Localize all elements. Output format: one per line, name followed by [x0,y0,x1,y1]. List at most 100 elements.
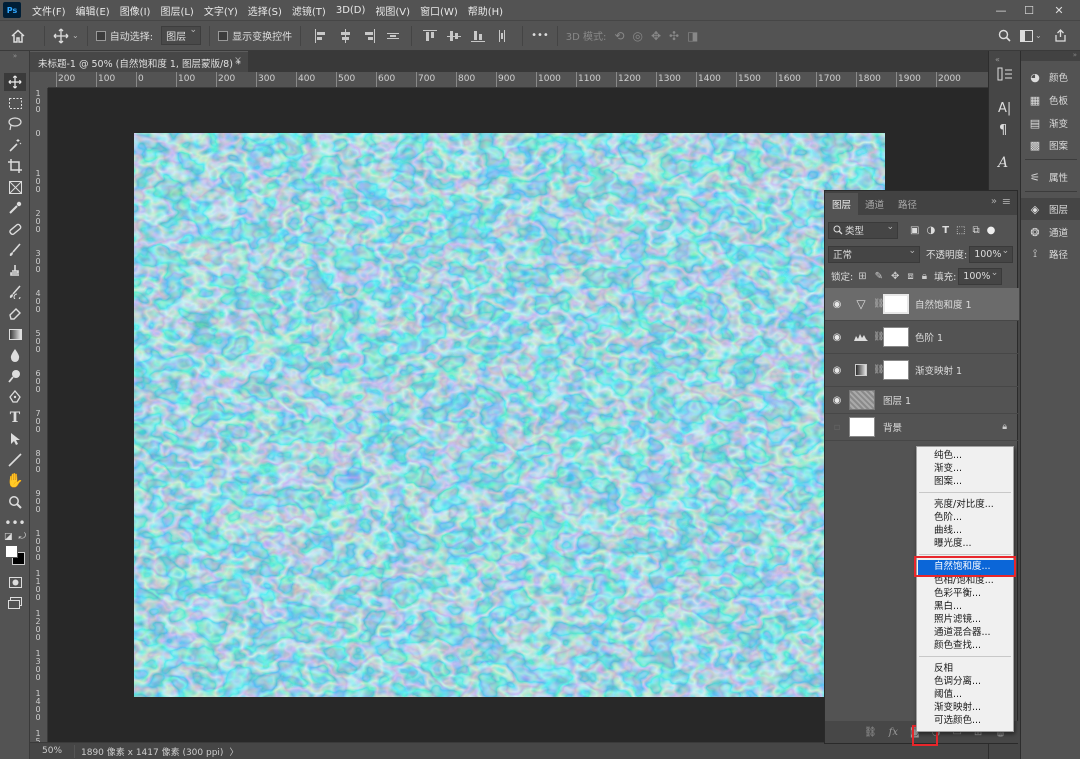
link-layers-icon[interactable]: ⛓︎ [864,727,877,738]
magic-wand-tool-icon[interactable] [4,136,26,154]
dock-item-channels[interactable]: ❂ 通道 [1021,221,1080,243]
frame-tool-icon[interactable] [4,178,26,196]
link-chain-icon[interactable]: ⛓︎ [873,332,884,342]
align-left-icon[interactable] [314,28,328,43]
dock-item-paths[interactable]: ⟟ 路径 [1021,243,1080,265]
link-chain-icon[interactable]: ⛓︎ [873,299,884,309]
menu-item-color-lookup[interactable]: 颜色查找... [934,640,981,652]
lock-artboard-icon[interactable]: ⧈ [907,271,913,282]
layer-row[interactable]: ▫ 背景 🔒︎ [825,414,1019,441]
menu-item-posterize[interactable]: 色调分离... [934,676,981,688]
3d-camera-icon[interactable]: ◨ [687,29,698,43]
line-tool-icon[interactable] [4,451,26,469]
menu-item-channel-mixer[interactable]: 通道混合器... [934,627,991,639]
history-panel-icon[interactable] [997,67,1013,84]
visibility-eye-icon[interactable]: ◉ [825,395,849,406]
layer-mask-thumbnail[interactable] [883,294,909,314]
document-canvas[interactable] [134,133,885,697]
close-tab-icon[interactable]: × [234,55,242,66]
layer-mask-thumbnail[interactable] [883,327,909,347]
type-tool-icon[interactable]: T [4,409,26,427]
tab-layers[interactable]: 图层 [825,193,859,215]
workspace-icon[interactable]: ⌄ [1020,20,1042,51]
clone-stamp-tool-icon[interactable] [4,262,26,280]
menu-item-exposure[interactable]: 曝光度... [934,538,972,550]
hand-tool-icon[interactable]: ✋ [4,472,26,490]
tab-channels[interactable]: 通道 [858,193,891,215]
menu-view[interactable]: 视图(V) [370,3,415,18]
lock-pixels-icon[interactable]: ✎ [875,271,883,282]
tab-paths[interactable]: 路径 [891,193,924,215]
default-swap-colors-icon[interactable]: ◪ ⤾ [4,531,26,543]
eraser-tool-icon[interactable] [4,304,26,322]
filter-pixel-icon[interactable]: ▣ [910,225,919,236]
glyphs-panel-icon[interactable]: A [998,155,1008,171]
home-icon[interactable] [0,20,36,51]
menu-image[interactable]: 图像(I) [115,3,156,18]
filter-type-icon[interactable]: T [942,225,949,236]
screen-mode-icon[interactable] [4,594,26,612]
visibility-toggle-empty[interactable]: ▫ [825,422,849,433]
eyedropper-tool-icon[interactable] [4,199,26,217]
visibility-eye-icon[interactable]: ◉ [825,299,849,310]
dock-collapse-icon[interactable]: » [1021,51,1080,61]
show-transform-controls-toggle[interactable]: 显示变换控件 [218,20,292,51]
opacity-input[interactable]: 100% [969,245,1014,263]
visibility-eye-icon[interactable]: ◉ [825,365,849,376]
quick-mask-icon[interactable] [4,573,26,591]
menu-edit[interactable]: 编辑(E) [71,3,115,18]
fill-input[interactable]: 100% [958,267,1003,285]
toolbar-collapse-icon[interactable]: » [4,52,26,60]
healing-brush-tool-icon[interactable] [4,220,26,238]
distribute-icon[interactable] [386,29,400,43]
close-window-button[interactable]: ✕ [1046,0,1072,20]
color-swatches[interactable] [4,544,26,566]
distribute-vertical-icon[interactable] [495,29,509,43]
dodge-tool-icon[interactable] [4,367,26,385]
character-panel-icon[interactable]: A| [998,101,1011,116]
menu-file[interactable]: 文件(F) [27,3,71,18]
menu-item-gradient-map[interactable]: 渐变映射... [934,702,981,714]
dock-item-layers[interactable]: ◈ 图层 [1021,198,1080,220]
more-options-button[interactable]: ••• [531,20,549,51]
dock-collapse-icon[interactable]: « [995,55,1000,64]
layer-thumbnail[interactable] [849,390,875,410]
gradient-tool-icon[interactable] [4,325,26,343]
menu-item-levels[interactable]: 色阶... [934,512,962,524]
menu-item-color-balance[interactable]: 色彩平衡... [934,588,981,600]
link-chain-icon[interactable]: ⛓︎ [873,365,884,375]
3d-orbit-icon[interactable]: ⟲ [614,29,624,43]
minimize-button[interactable]: — [988,0,1014,20]
menu-help[interactable]: 帮助(H) [463,3,508,18]
filter-kind-dropdown[interactable]: 类型 [828,221,898,239]
dock-item-gradients[interactable]: ▤ 渐变 [1021,112,1080,134]
search-icon[interactable] [998,20,1011,51]
3d-slide-icon[interactable]: ✣ [669,29,679,43]
move-tool-icon[interactable] [4,73,26,91]
layer-thumbnail[interactable] [849,417,875,437]
align-vertical-center-icon[interactable] [447,29,462,43]
fx-icon[interactable]: fx [889,727,898,738]
align-horizontal-center-icon[interactable] [338,28,352,43]
document-tab[interactable]: 未标题-1 @ 50% (自然饱和度 1, 图层蒙版/8) * × [30,51,248,72]
menu-item-threshold[interactable]: 阈值... [934,689,962,701]
history-brush-tool-icon[interactable] [4,283,26,301]
menu-item-black-white[interactable]: 黑白... [934,601,962,613]
filter-adjustment-icon[interactable]: ◑ [926,225,935,236]
path-selection-tool-icon[interactable] [4,430,26,448]
collapse-panel-icon[interactable]: » [991,196,997,207]
menu-3d[interactable]: 3D(D) [331,5,371,16]
filter-toggle-icon[interactable]: ● [987,225,996,236]
maximize-button[interactable]: ☐ [1016,0,1042,20]
move-tool-preset-icon[interactable]: ⌄ [53,20,79,51]
show-transform-checkbox[interactable] [218,30,229,41]
filter-smart-object-icon[interactable]: ⧉ [972,225,979,236]
zoom-level[interactable]: 50% [30,746,70,756]
visibility-eye-icon[interactable]: ◉ [825,332,849,343]
foreground-color-swatch[interactable] [5,545,18,558]
lock-position-icon[interactable]: ✥ [891,271,899,282]
share-icon[interactable] [1054,20,1067,51]
status-menu-arrow[interactable]: 〉 [229,745,238,758]
filter-shape-icon[interactable]: ⬚ [956,225,965,236]
layer-row[interactable]: ◉ 图层 1 [825,387,1019,414]
